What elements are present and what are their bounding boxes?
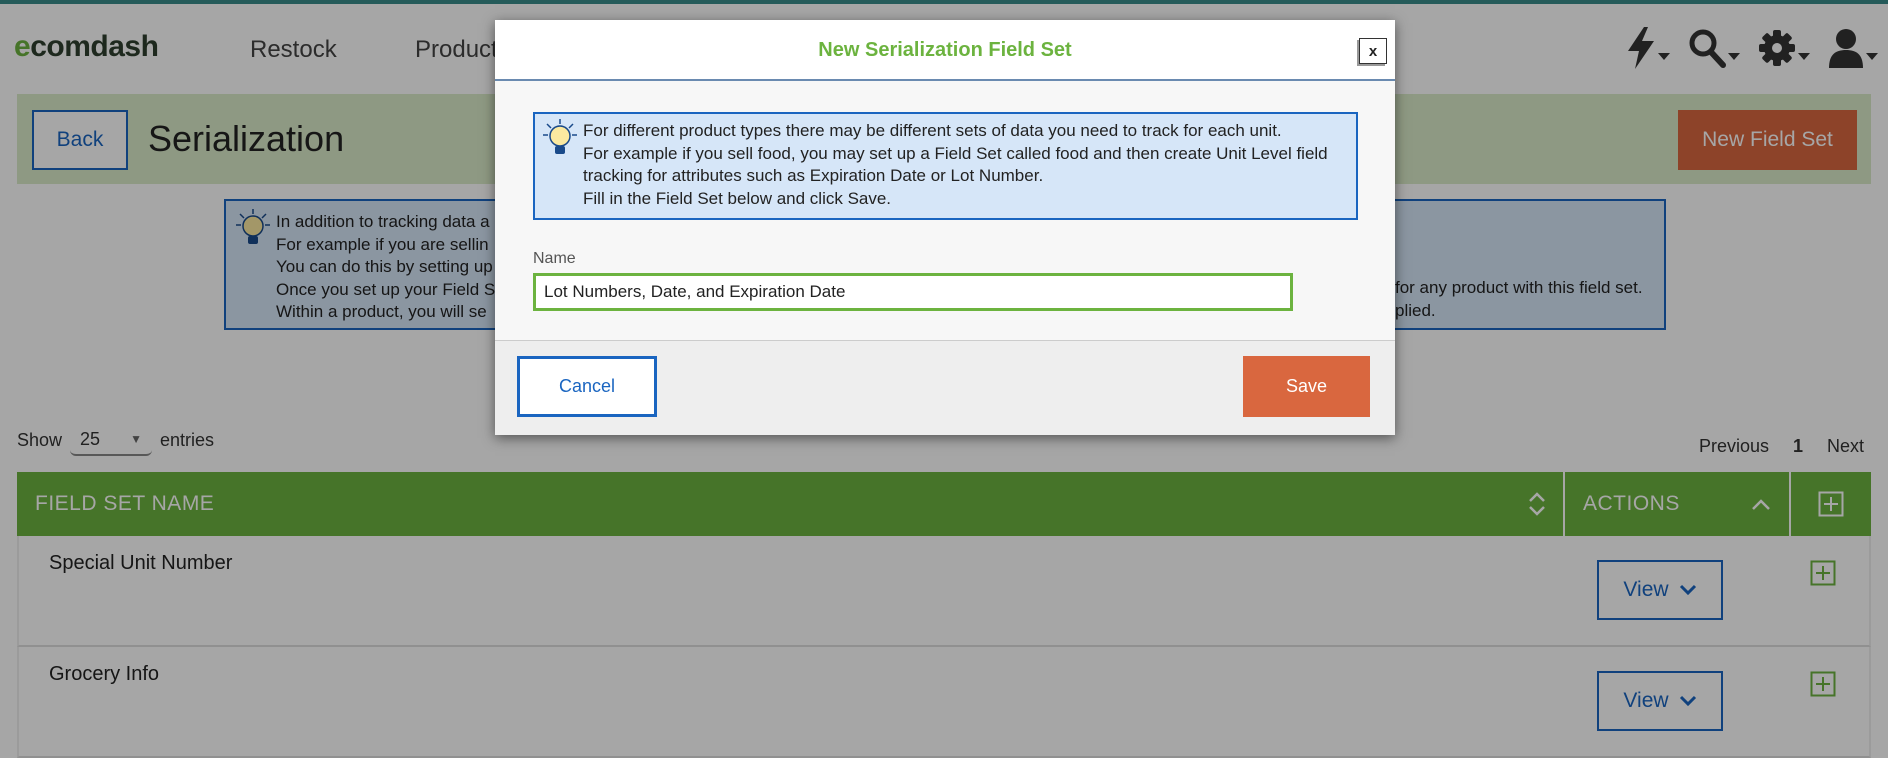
modal-info-line: tracking for attributes such as Expirati… (583, 166, 1044, 185)
modal-info-line: Fill in the Field Set below and click Sa… (583, 188, 892, 208)
modal-info-box: For different product types there may be… (533, 112, 1358, 220)
cancel-button[interactable]: Cancel (517, 356, 657, 417)
modal-footer: Cancel Save (495, 340, 1395, 435)
save-button[interactable]: Save (1243, 356, 1370, 417)
close-button[interactable]: x (1359, 38, 1387, 64)
modal-info-line: For different product types there may be… (583, 121, 1282, 140)
new-field-set-modal: New Serialization Field Set x For differ… (495, 20, 1395, 435)
modal-title: New Serialization Field Set (818, 39, 1072, 61)
modal-header: New Serialization Field Set x (495, 20, 1395, 81)
modal-info-line: For example if you sell food, you may se… (583, 143, 1328, 163)
name-field-label: Name (533, 250, 576, 267)
lightbulb-icon (543, 119, 577, 154)
name-field[interactable] (533, 273, 1293, 311)
